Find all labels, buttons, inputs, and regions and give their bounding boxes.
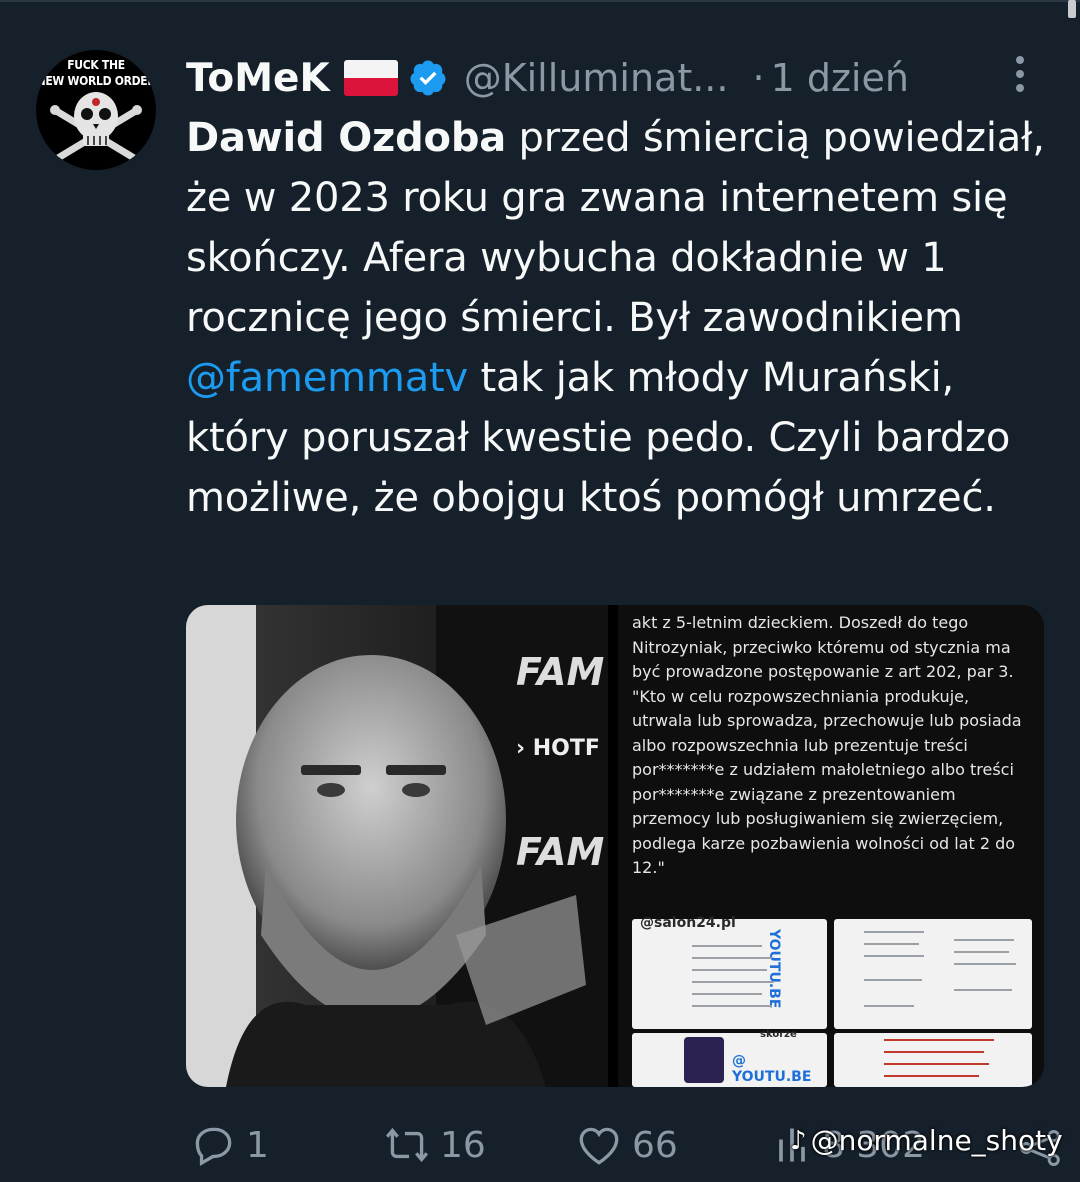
timestamp[interactable]: 1 dzień xyxy=(771,56,909,100)
separator-dot: · xyxy=(752,56,765,100)
portrait-image: FAM FAM › HOTF xyxy=(186,605,608,1087)
display-name[interactable]: ToMeK xyxy=(186,56,330,101)
reply-icon xyxy=(195,1127,232,1167)
media-grid: FAM FAM › HOTF akt z 5-letnim dzieckiem.… xyxy=(186,605,1044,1087)
tweet-text: Dawid Ozdoba przed śmiercią powiedział, … xyxy=(186,108,1066,528)
retweet-button[interactable]: 16 xyxy=(382,1120,486,1170)
skull-crossbones-icon xyxy=(50,92,142,165)
thumb-label-youtube-vertical: YOUTU.BE xyxy=(766,929,782,1009)
svg-text:› HOTF: › HOTF xyxy=(516,736,600,761)
avatar[interactable]: FUCK THE NEW WORLD ORDER xyxy=(36,50,156,170)
thumb-chat-2 xyxy=(834,919,1032,1029)
top-divider xyxy=(0,0,1080,2)
svg-text:FAM: FAM xyxy=(516,650,604,694)
svg-text:FAM: FAM xyxy=(516,830,604,874)
bold-name: Dawid Ozdoba xyxy=(186,115,507,161)
tiktok-icon: ♪ xyxy=(790,1125,807,1156)
reply-button[interactable]: 1 xyxy=(188,1120,269,1170)
retweet-icon xyxy=(385,1127,429,1163)
tiktok-watermark: ♪ @normalne_shoty xyxy=(790,1124,1063,1157)
poland-flag-icon xyxy=(343,60,398,96)
like-count: 66 xyxy=(632,1124,678,1166)
verified-badge-icon xyxy=(410,60,446,96)
thumb-label-salon: @salon24.pl xyxy=(640,915,736,931)
screenshot-text: akt z 5-letnim dzieckiem. Doszedł do teg… xyxy=(632,613,1022,877)
like-button[interactable]: 66 xyxy=(574,1120,678,1170)
portrait-photo[interactable]: FAM FAM › HOTF xyxy=(186,605,608,1087)
thumb-label-youtube: @ YOUTU.BE xyxy=(732,1053,812,1085)
thumb-chat-1: @salon24.pl YOUTU.BE xyxy=(632,915,827,1029)
screenshot-thumbnails: @salon24.pl YOUTU.BE @ YOUTU.BE skorze xyxy=(632,915,1032,1087)
thumb-chat-3 xyxy=(834,1033,1032,1087)
mention-link[interactable]: @famemmatv xyxy=(186,355,468,401)
scrollbar[interactable] xyxy=(1068,0,1076,18)
user-handle[interactable]: @Killuminat... xyxy=(464,56,729,100)
thumb-video: @ YOUTU.BE skorze xyxy=(632,1029,827,1087)
thumb-label-skorze: skorze xyxy=(760,1029,797,1040)
reply-count: 1 xyxy=(246,1124,269,1166)
screenshot-image[interactable]: akt z 5-letnim dzieckiem. Doszedł do teg… xyxy=(618,605,1044,1087)
more-options-icon[interactable] xyxy=(1006,54,1034,94)
heart-icon xyxy=(579,1127,619,1165)
watermark-text: @normalne_shoty xyxy=(810,1124,1063,1157)
retweet-count: 16 xyxy=(440,1124,486,1166)
tweet-header: ToMeK @Killuminat... · 1 dzień xyxy=(186,52,909,104)
